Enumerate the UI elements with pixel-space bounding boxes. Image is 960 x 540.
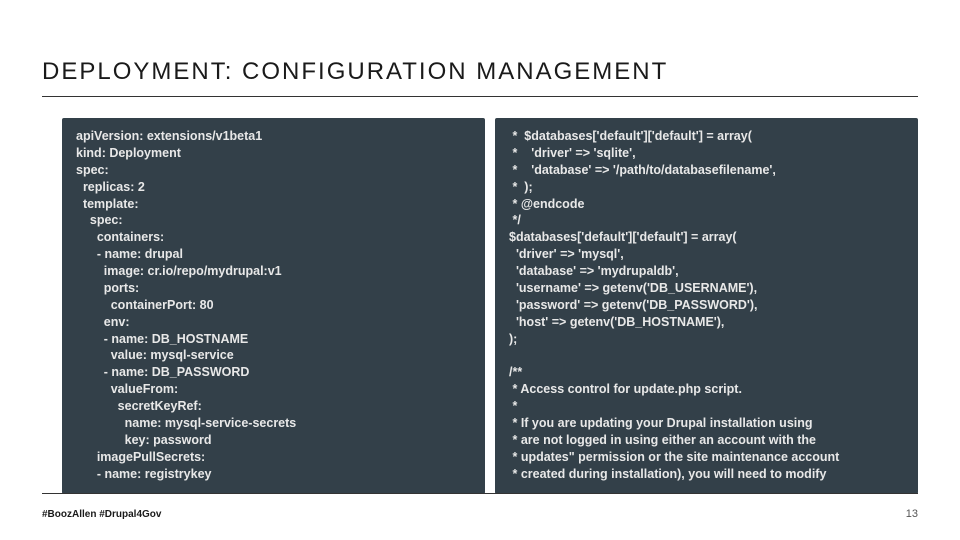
page-title: DEPLOYMENT: CONFIGURATION MANAGEMENT (42, 58, 668, 86)
code-panel-right: * $databases['default']['default'] = arr… (495, 118, 918, 494)
code-panels: apiVersion: extensions/v1beta1 kind: Dep… (62, 118, 918, 494)
title-rule (42, 96, 918, 97)
footer-rule (42, 493, 918, 494)
footer-hashtags: #BoozAllen #Drupal4Gov (42, 509, 161, 520)
page-number: 13 (906, 508, 918, 520)
code-panel-left: apiVersion: extensions/v1beta1 kind: Dep… (62, 118, 485, 494)
